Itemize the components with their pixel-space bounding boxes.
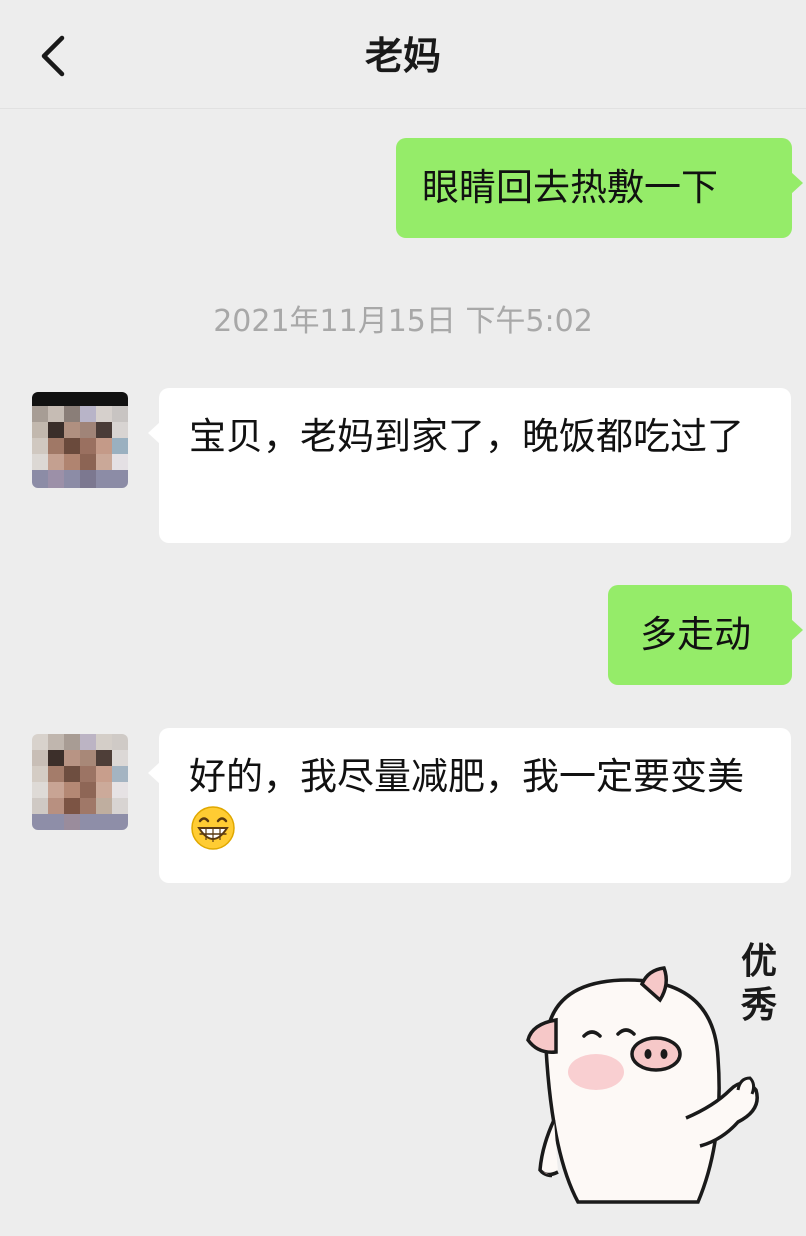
bubble-tail — [791, 172, 803, 194]
bubble-tail — [791, 619, 803, 641]
contact-avatar[interactable] — [32, 392, 128, 488]
contact-avatar[interactable] — [32, 734, 128, 830]
bubble-tail — [148, 762, 160, 784]
message-timestamp: 2021年11月15日 下午5:02 — [213, 304, 593, 339]
message-bubble-incoming[interactable]: 宝贝，老妈到家了，晚饭都吃过了 — [148, 388, 791, 543]
message-bubble-incoming[interactable]: 好的，我尽量减肥，我一定要变美 — [148, 728, 791, 883]
message-text: 好的，我尽量减肥，我一定要变美 — [189, 755, 744, 798]
grinning-emoji-icon — [189, 804, 237, 867]
chat-header: 老妈 — [0, 0, 806, 109]
bubble-tail — [148, 422, 160, 444]
message-text: 多走动 — [640, 613, 751, 656]
message-bubble-outgoing[interactable]: 眼睛回去热敷一下 — [396, 138, 803, 238]
message-text: 眼睛回去热敷一下 — [422, 166, 718, 209]
chat-title: 老妈 — [364, 34, 441, 78]
message-bubble-outgoing[interactable]: 多走动 — [608, 585, 803, 685]
message-text: 宝贝，老妈到家了，晚饭都吃过了 — [189, 415, 744, 458]
sticker-caption: 优秀 — [740, 941, 777, 1026]
